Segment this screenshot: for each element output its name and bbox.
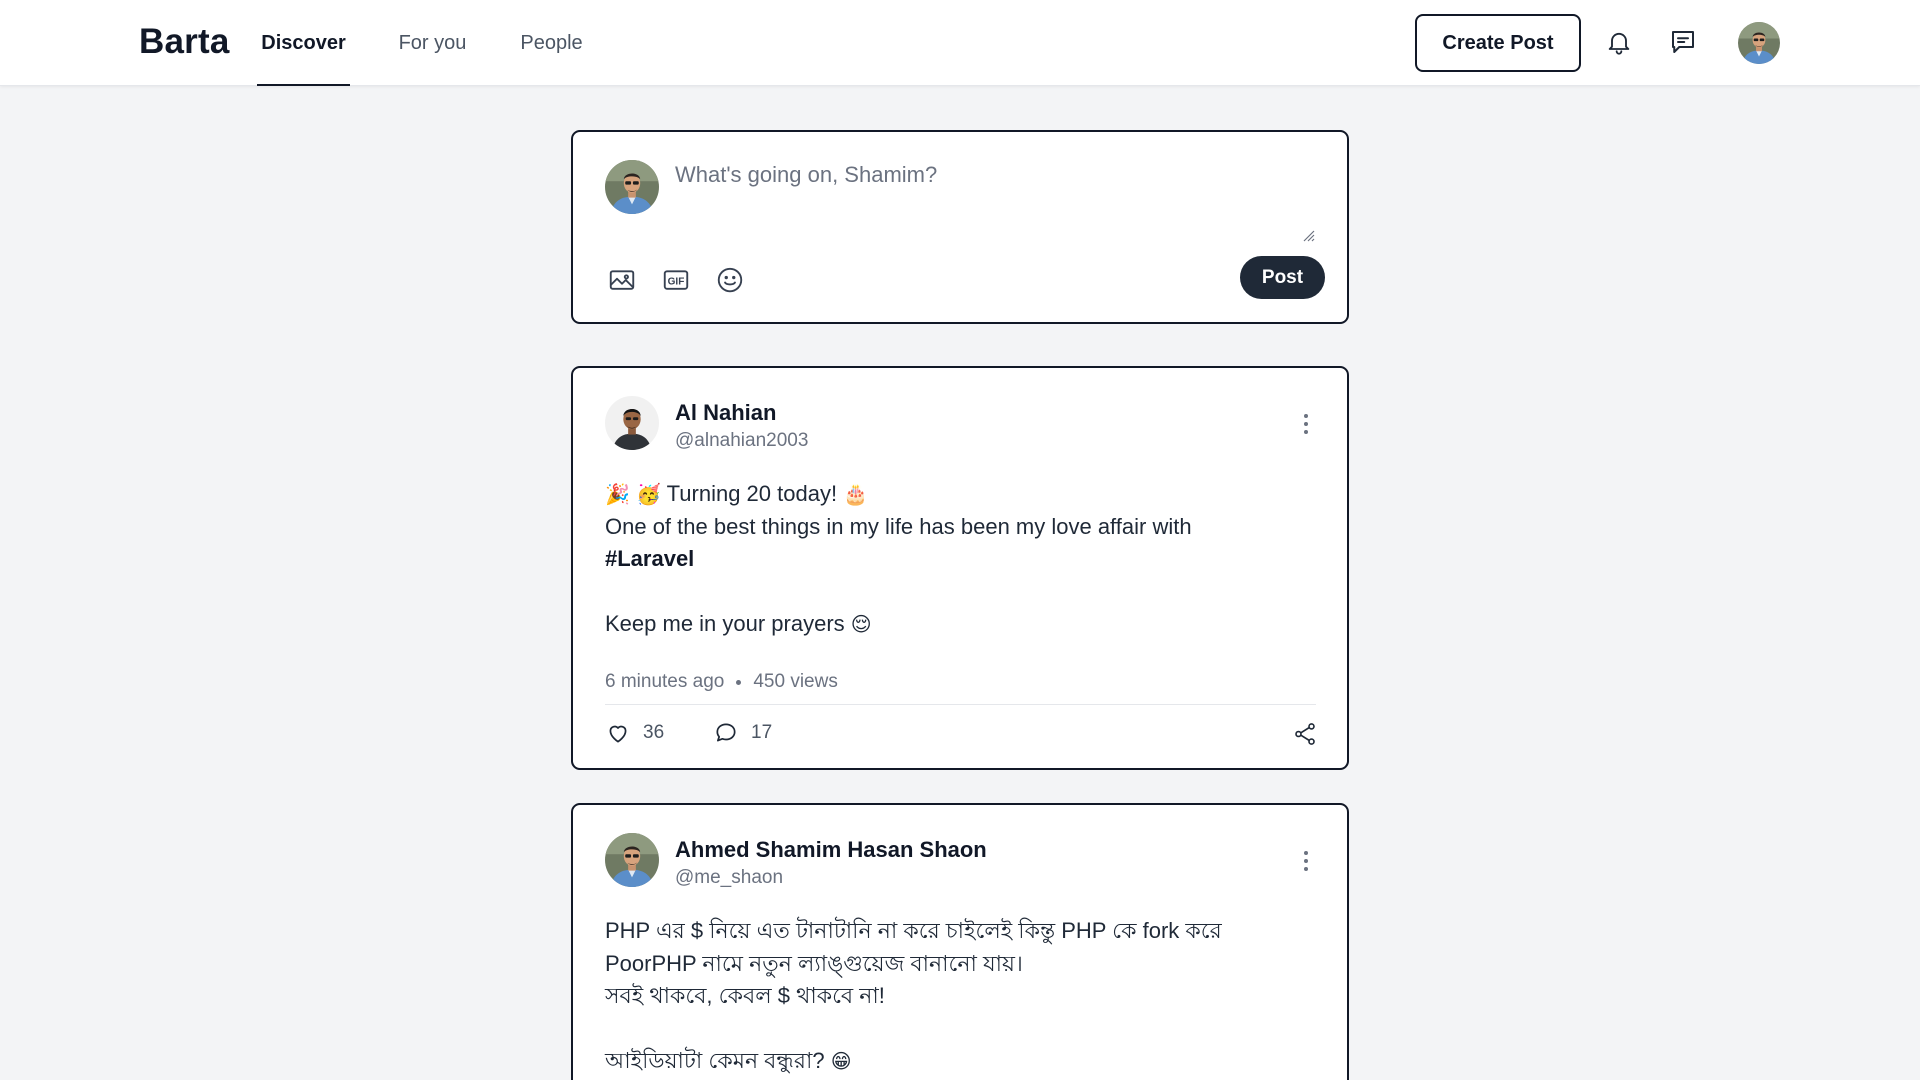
tab-label: People: [520, 31, 583, 54]
more-options-icon[interactable]: [1295, 411, 1317, 437]
message-icon[interactable]: [1666, 25, 1700, 59]
post-composer: GIF Post: [571, 130, 1349, 324]
like-count: 36: [643, 722, 665, 743]
avatar: [605, 160, 659, 214]
post-text: Turning 20 today!: [660, 481, 844, 506]
user-avatar[interactable]: [1738, 22, 1780, 64]
relieved-emoji: 😌: [850, 612, 872, 636]
divider: [605, 704, 1316, 705]
heart-icon: [609, 725, 627, 743]
party-popper-emoji: 🎉: [605, 482, 630, 506]
party-face-emoji: 🥳: [636, 482, 661, 506]
comment-button[interactable]: 17: [713, 715, 772, 751]
post-button[interactable]: Post: [1240, 256, 1325, 299]
post-text: One of the best things in my life has be…: [605, 513, 1192, 539]
tab-discover[interactable]: Discover: [257, 0, 350, 86]
bell-icon[interactable]: [1602, 25, 1636, 59]
gif-icon[interactable]: GIF: [659, 263, 693, 297]
share-icon[interactable]: [1289, 718, 1321, 750]
post-text: সবই থাকবে, কেবল $ থাকবে না!: [605, 983, 885, 1008]
avatar: [1738, 22, 1780, 64]
resize-handle-icon[interactable]: [1301, 228, 1315, 242]
brand-logo[interactable]: Barta: [139, 22, 229, 62]
tab-for-you[interactable]: For you: [392, 0, 473, 86]
author-name[interactable]: Ahmed Shamim Hasan Shaon: [675, 837, 987, 863]
post-text: আইডিয়াটা কেমন বন্ধুরা?: [605, 1048, 831, 1073]
tab-people[interactable]: People: [514, 0, 589, 86]
more-options-icon[interactable]: [1295, 848, 1317, 874]
like-button[interactable]: 36: [605, 715, 664, 751]
author-handle[interactable]: @me_shaon: [675, 867, 783, 889]
top-navigation-bar: Barta Discover For you People Create Pos…: [0, 0, 1920, 86]
post-content: PHP এর $ নিয়ে এত টানাটানি না করে চাইলেই…: [605, 915, 1305, 1078]
avatar[interactable]: [605, 396, 659, 450]
create-post-button[interactable]: Create Post: [1415, 14, 1581, 72]
comment-count: 17: [751, 722, 773, 743]
cake-emoji: 🎂: [843, 482, 869, 506]
author-handle[interactable]: @alnahian2003: [675, 430, 808, 452]
post-text: PoorPHP নামে নতুন ল্যাঙ্গুয়েজ বানানো যা…: [605, 950, 1023, 976]
grin-emoji: 😁: [830, 1049, 852, 1073]
author-name[interactable]: Al Nahian: [675, 400, 776, 426]
separator-dot: [736, 679, 742, 685]
tab-label: For you: [398, 31, 467, 54]
avatar[interactable]: [605, 833, 659, 887]
post-text: Keep me in your prayers: [605, 611, 851, 636]
comment-icon: [716, 723, 736, 742]
post-timestamp: 6 minutes ago: [605, 671, 725, 692]
gif-label: GIF: [668, 276, 685, 287]
post-content: 🎉 🥳 Turning 20 today! 🎂 One of the best …: [605, 478, 1305, 641]
post-meta: 6 minutes ago 450 views: [605, 671, 838, 693]
image-icon[interactable]: [605, 263, 639, 297]
view-count: 450 views: [753, 671, 838, 692]
emoji-icon[interactable]: [713, 263, 747, 297]
tab-label: Discover: [261, 31, 346, 54]
post-card: Ahmed Shamim Hasan Shaon @me_shaon PHP এ…: [571, 803, 1349, 1080]
hashtag-link[interactable]: #Laravel: [605, 543, 1305, 576]
post-card: Al Nahian @alnahian2003 🎉 🥳 Turning 20 t…: [571, 366, 1349, 770]
composer-input[interactable]: [675, 162, 1315, 222]
post-text: PHP এর $ নিয়ে এত টানাটানি না করে চাইলেই…: [605, 918, 1222, 943]
